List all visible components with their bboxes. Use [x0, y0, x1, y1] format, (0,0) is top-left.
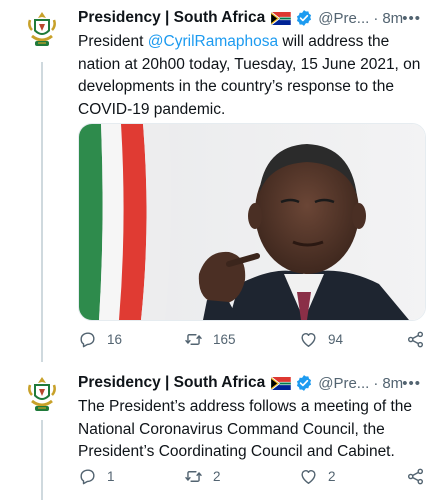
south-africa-flag-icon: [271, 11, 291, 25]
coat-of-arms-icon: [28, 377, 56, 411]
like-icon: [301, 470, 316, 484]
separator-dot: ·: [373, 9, 379, 27]
share-button[interactable]: [406, 467, 425, 486]
author-handle[interactable]: @Pre...: [318, 375, 369, 392]
tweet-text: The President’s address follows a meetin…: [78, 398, 413, 460]
author-handle[interactable]: @Pre...: [318, 10, 369, 27]
tweet-text-part: President: [78, 33, 148, 50]
avatar[interactable]: [22, 10, 62, 50]
more-options-icon[interactable]: •••: [402, 375, 421, 392]
retweet-count: 165: [213, 332, 236, 347]
timestamp[interactable]: 8m: [382, 375, 403, 392]
timestamp[interactable]: 8m: [382, 10, 403, 27]
reply-icon: [80, 469, 95, 485]
more-options-icon[interactable]: •••: [402, 10, 421, 27]
tweet-text: President @CyrilRamaphosa will address t…: [78, 31, 428, 121]
tweet-actions: 1 2 2: [78, 467, 430, 489]
retweet-icon: [185, 471, 202, 482]
reply-icon: [80, 332, 95, 348]
retweet-count: 2: [213, 469, 221, 484]
avatar[interactable]: [22, 375, 62, 415]
verified-badge-icon: [297, 375, 312, 391]
like-icon: [301, 333, 316, 347]
reply-button[interactable]: 16: [78, 330, 122, 349]
reply-count: 16: [107, 332, 123, 347]
retweet-icon: [185, 334, 202, 345]
tweet-media-photo[interactable]: [78, 123, 426, 321]
south-africa-flag-icon: [271, 376, 291, 390]
photo-of-speaker: [79, 124, 425, 320]
coat-of-arms-icon: [28, 12, 56, 46]
verified-badge-icon: [297, 10, 312, 26]
like-count: 94: [328, 332, 344, 347]
separator-dot: ·: [373, 374, 379, 392]
like-button[interactable]: 2: [299, 467, 336, 486]
tweet-header: Presidency | South Africa @Pre... · 8m •…: [78, 6, 431, 30]
retweet-button[interactable]: 2: [184, 467, 221, 486]
author-name[interactable]: Presidency | South Africa: [78, 374, 265, 392]
reply-button[interactable]: 1: [78, 467, 115, 486]
share-icon: [407, 331, 424, 348]
like-count: 2: [328, 469, 336, 484]
tweet-2[interactable]: Presidency | South Africa @Pre... · 8m •…: [0, 365, 439, 500]
tweet-actions: 16 165 94: [78, 330, 430, 352]
like-button[interactable]: 94: [299, 330, 343, 349]
share-button[interactable]: [406, 330, 425, 349]
tweet-header: Presidency | South Africa @Pre... · 8m •…: [78, 371, 431, 395]
author-name[interactable]: Presidency | South Africa: [78, 9, 265, 27]
reply-count: 1: [107, 469, 115, 484]
retweet-button[interactable]: 165: [184, 330, 236, 349]
tweet-1[interactable]: Presidency | South Africa @Pre... · 8m •…: [0, 0, 439, 365]
mention-link[interactable]: @CyrilRamaphosa: [148, 33, 278, 50]
share-icon: [407, 468, 424, 485]
